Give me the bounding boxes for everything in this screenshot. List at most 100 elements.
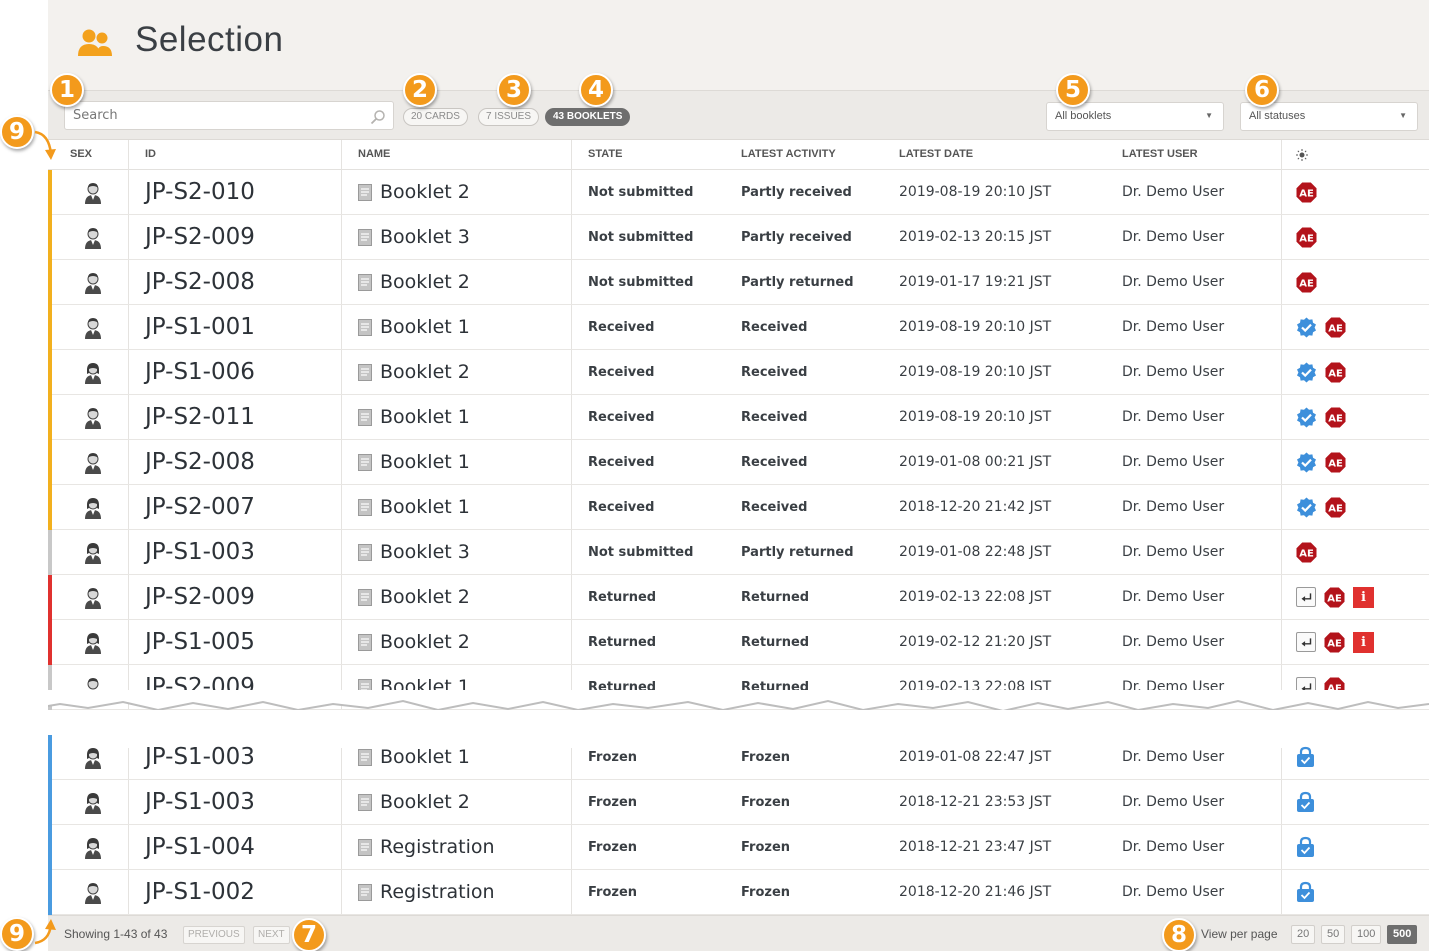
latest-activity-value: Returned xyxy=(741,590,810,605)
table-row[interactable]: JP-S1-006 Booklet 2 Received Received 2019-0… xyxy=(48,350,1429,395)
subject-id[interactable]: JP-S1-003 xyxy=(145,744,255,770)
table-row[interactable]: JP-S1-005 Booklet 2 Returned Returned 2019-0… xyxy=(48,620,1429,665)
booklet-name[interactable]: Booklet 2 xyxy=(380,181,470,203)
ae-badge-icon[interactable]: AE xyxy=(1296,272,1317,293)
table-row[interactable]: JP-S1-003 Booklet 2 Frozen Frozen 2018-12-21… xyxy=(48,780,1429,825)
booklet-name[interactable]: Booklet 3 xyxy=(380,226,470,248)
showing-count: Showing 1-43 of 43 xyxy=(64,927,168,941)
ae-badge-icon[interactable]: AE xyxy=(1325,497,1346,518)
table-row[interactable]: JP-S1-003 Booklet 3 Not submitted Partly re… xyxy=(48,530,1429,575)
return-arrow-icon[interactable] xyxy=(1296,587,1316,607)
table-row[interactable]: JP-S2-007 Booklet 1 Received Received 2018-1… xyxy=(48,485,1429,530)
cards-filter-pill[interactable]: 20 CARDS xyxy=(403,108,468,126)
ae-badge-icon[interactable]: AE xyxy=(1325,452,1346,473)
subject-id[interactable]: JP-S2-009 xyxy=(145,584,255,610)
page-size-100[interactable]: 100 xyxy=(1351,925,1382,944)
search-icon[interactable] xyxy=(370,109,386,125)
info-icon[interactable]: i xyxy=(1353,586,1374,608)
status-color-bar xyxy=(48,305,52,350)
ae-badge-icon[interactable]: AE xyxy=(1296,227,1317,248)
booklet-name[interactable]: Booklet 2 xyxy=(380,271,470,293)
table-row[interactable]: JP-S1-003 Booklet 1 Frozen Frozen 2019-01-08… xyxy=(48,735,1429,780)
booklet-name[interactable]: Booklet 1 xyxy=(380,746,470,768)
table-row[interactable]: JP-S2-009 Booklet 2 Returned Returned 2019-0… xyxy=(48,575,1429,620)
booklets-filter-pill[interactable]: 43 BOOKLETS xyxy=(545,108,631,126)
subject-id[interactable]: JP-S2-008 xyxy=(145,449,255,475)
state-value: Returned xyxy=(588,590,657,605)
page-size-50[interactable]: 50 xyxy=(1321,925,1346,944)
latest-activity-value: Received xyxy=(741,455,808,470)
subject-id[interactable]: JP-S1-001 xyxy=(145,314,255,340)
table-row[interactable]: JP-S2-008 Booklet 1 Received Received 2019-0… xyxy=(48,440,1429,485)
verified-check-icon[interactable] xyxy=(1296,407,1317,428)
subject-id[interactable]: JP-S1-002 xyxy=(145,879,255,905)
state-value: Received xyxy=(588,455,655,470)
booklet-name[interactable]: Booklet 2 xyxy=(380,631,470,653)
subject-id[interactable]: JP-S1-006 xyxy=(145,359,255,385)
page-size-20[interactable]: 20 xyxy=(1291,925,1316,944)
lock-icon[interactable] xyxy=(1296,836,1315,858)
return-arrow-icon[interactable] xyxy=(1296,632,1316,652)
lock-icon[interactable] xyxy=(1296,746,1315,768)
status-filter-select[interactable]: All statuses ▼ xyxy=(1240,102,1418,131)
subject-id[interactable]: JP-S2-011 xyxy=(145,404,255,430)
booklet-name[interactable]: Booklet 2 xyxy=(380,586,470,608)
booklet-name[interactable]: Booklet 1 xyxy=(380,451,470,473)
page-size-500[interactable]: 500 xyxy=(1387,925,1418,944)
column-header-state[interactable]: STATE xyxy=(588,148,622,160)
verified-check-icon[interactable] xyxy=(1296,317,1317,338)
table-row[interactable]: JP-S2-011 Booklet 1 Received Received 2019-0… xyxy=(48,395,1429,440)
ae-badge-icon[interactable]: AE xyxy=(1325,407,1346,428)
subject-id[interactable]: JP-S1-003 xyxy=(145,789,255,815)
table-row[interactable]: JP-S2-008 Booklet 2 Not submitted Partly re… xyxy=(48,260,1429,305)
booklet-name[interactable]: Booklet 3 xyxy=(380,541,470,563)
verified-check-icon[interactable] xyxy=(1296,452,1317,473)
verified-check-icon[interactable] xyxy=(1296,497,1317,518)
table-row[interactable]: JP-S1-004 Registration Frozen Frozen 2018-12… xyxy=(48,825,1429,870)
booklet-name[interactable]: Booklet 1 xyxy=(380,496,470,518)
next-page-button[interactable]: NEXT xyxy=(253,926,290,944)
column-header-sex[interactable]: SEX xyxy=(70,148,92,160)
status-color-bar xyxy=(48,530,52,575)
table-row[interactable]: JP-S2-009 Booklet 3 Not submitted Partly re… xyxy=(48,215,1429,260)
table-row[interactable]: JP-S2-010 Booklet 2 Not submitted Partly re… xyxy=(48,170,1429,215)
female-avatar-icon xyxy=(84,497,102,519)
column-header-id[interactable]: ID xyxy=(145,148,156,160)
booklet-name[interactable]: Booklet 2 xyxy=(380,791,470,813)
column-header-latest-user[interactable]: LATEST USER xyxy=(1122,148,1198,160)
subject-id[interactable]: JP-S2-010 xyxy=(145,179,255,205)
table-row[interactable]: JP-S1-002 Registration Frozen Frozen 2018-12… xyxy=(48,870,1429,915)
booklet-name[interactable]: Booklet 2 xyxy=(380,361,470,383)
table-row[interactable]: JP-S1-001 Booklet 1 Received Received 2019-0… xyxy=(48,305,1429,350)
ae-badge-icon[interactable]: AE xyxy=(1324,587,1345,608)
booklet-icon xyxy=(358,274,372,291)
subject-id[interactable]: JP-S1-004 xyxy=(145,834,255,860)
issues-filter-pill[interactable]: 7 ISSUES xyxy=(478,108,540,126)
subject-id[interactable]: JP-S1-005 xyxy=(145,629,255,655)
sun-icon[interactable] xyxy=(1296,149,1308,161)
column-header-name[interactable]: NAME xyxy=(358,148,390,160)
lock-icon[interactable] xyxy=(1296,791,1315,813)
latest-date-value: 2018-12-20 21:46 JST xyxy=(899,884,1052,900)
subject-id[interactable]: JP-S2-007 xyxy=(145,494,255,520)
ae-badge-icon[interactable]: AE xyxy=(1296,542,1317,563)
previous-page-button[interactable]: PREVIOUS xyxy=(183,926,245,944)
subject-id[interactable]: JP-S2-009 xyxy=(145,224,255,250)
info-icon[interactable]: i xyxy=(1353,631,1374,653)
booklet-name[interactable]: Booklet 1 xyxy=(380,316,470,338)
column-header-latest-date[interactable]: LATEST DATE xyxy=(899,148,973,160)
booklet-name[interactable]: Registration xyxy=(380,836,495,858)
ae-badge-icon[interactable]: AE xyxy=(1325,317,1346,338)
lock-icon[interactable] xyxy=(1296,881,1315,903)
subject-id[interactable]: JP-S1-003 xyxy=(145,539,255,565)
verified-check-icon[interactable] xyxy=(1296,362,1317,383)
subject-id[interactable]: JP-S2-008 xyxy=(145,269,255,295)
column-header-latest-activity[interactable]: LATEST ACTIVITY xyxy=(741,148,836,160)
search-input[interactable] xyxy=(64,101,394,130)
callout-badge: 9 xyxy=(0,917,34,951)
booklet-name[interactable]: Registration xyxy=(380,881,495,903)
booklet-name[interactable]: Booklet 1 xyxy=(380,406,470,428)
ae-badge-icon[interactable]: AE xyxy=(1324,632,1345,653)
ae-badge-icon[interactable]: AE xyxy=(1296,182,1317,203)
ae-badge-icon[interactable]: AE xyxy=(1325,362,1346,383)
